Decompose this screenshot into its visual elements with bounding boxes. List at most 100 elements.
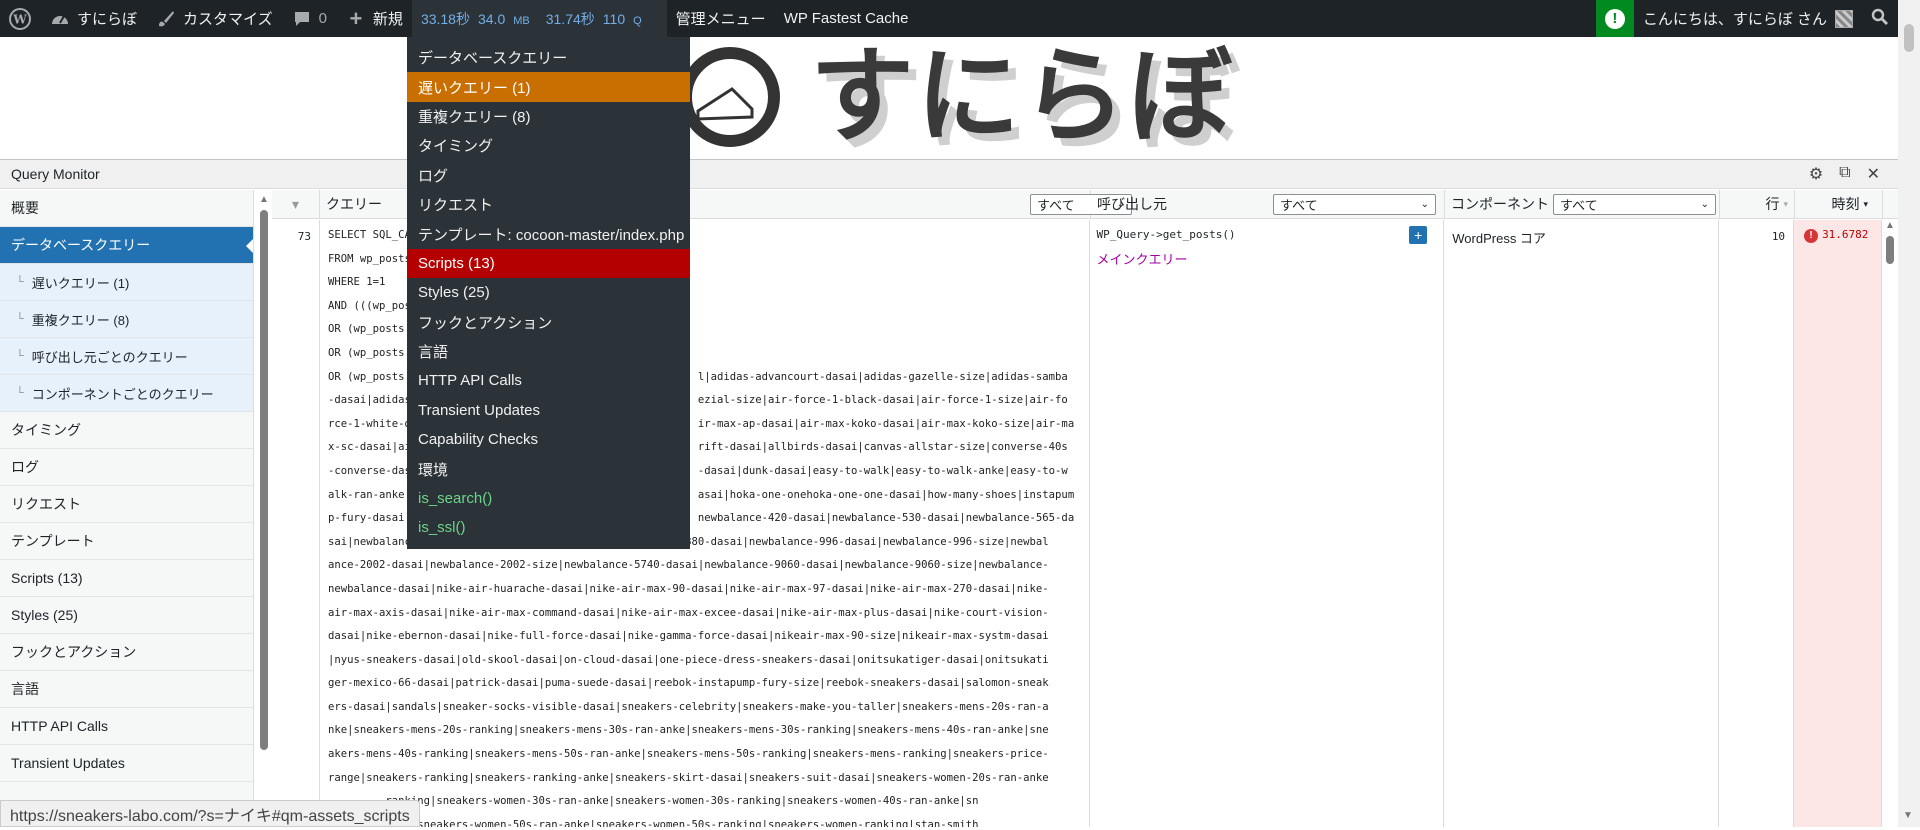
query-monitor-menu[interactable]: 33.18秒 34.0 MB 31.74秒 110 Q <box>411 0 667 37</box>
qm-menu-item[interactable]: ログ <box>407 161 690 190</box>
qm-queries-unit: Q <box>633 14 642 27</box>
sql-line: air-max-axis-dasai|nike-air-max-command-… <box>327 606 1049 619</box>
close-icon[interactable]: ✕ <box>1867 164 1880 184</box>
wp-logo-menu[interactable]: W <box>0 0 40 37</box>
caller-cell: WP_Query->get_posts() メインクエリー + <box>1090 220 1445 827</box>
qm-menu-item[interactable]: データベースクエリー <box>407 43 690 72</box>
sort-icon: ▾ <box>1783 198 1788 209</box>
qm-nav-item[interactable]: HTTP API Calls <box>0 708 253 745</box>
component-filter-value: すべて <box>1560 197 1598 213</box>
scrollbar-thumb[interactable] <box>1886 236 1895 264</box>
qm-nav-item[interactable]: ログ <box>0 449 253 486</box>
qm-nav-item[interactable]: フックとアクション <box>0 634 253 671</box>
qm-menu-item[interactable]: 重複クエリー (8) <box>407 102 690 131</box>
rows-column-label: 行 <box>1765 196 1780 212</box>
expand-caller-button[interactable]: + <box>1409 226 1428 244</box>
my-account-menu[interactable]: こんにちは、すにらぼ さん <box>1634 0 1862 37</box>
customize-link[interactable]: カスタマイズ <box>146 0 282 37</box>
toggle-position-icon[interactable]: ⧉ <box>1839 164 1850 184</box>
gear-icon[interactable]: ⚙ <box>1809 164 1823 184</box>
qm-nav-item[interactable]: コンポーネントごとのクエリー <box>0 375 253 412</box>
avatar <box>1835 9 1853 28</box>
qm-menu-item[interactable]: Styles (25) <box>407 278 690 307</box>
query-column-label: クエリー <box>326 196 382 212</box>
site-name-menu[interactable]: すにらぼ <box>40 0 146 37</box>
admin-menu-link[interactable]: 管理メニュー <box>667 0 775 37</box>
browser-status-bar: https://sneakers-labo.com/?s=ナイキ#qm-asse… <box>0 800 420 827</box>
sql-line: nke|sneakers-mens-20s-ranking|sneakers-m… <box>327 724 1049 737</box>
time-column-header[interactable]: 時刻 ▾ <box>1795 190 1883 219</box>
qm-menu-item[interactable]: テンプレート: cocoon-master/index.php <box>407 219 690 248</box>
site-header: すにらぼ <box>0 37 1898 158</box>
notice-alert-button[interactable]: ! <box>1595 0 1634 37</box>
qm-menu-item[interactable]: is_ssl() <box>407 513 690 542</box>
sql-line: range|sneakers-ranking|sneakers-ranking-… <box>327 771 1049 784</box>
search-button[interactable] <box>1862 0 1898 37</box>
qm-nav-item[interactable]: 遅いクエリー (1) <box>0 264 253 301</box>
qm-menu-item[interactable]: Scripts (13) <box>407 248 690 279</box>
sql-line: akers-mens-40s-ranking|sneakers-mens-50s… <box>327 748 1049 761</box>
qm-nav-item[interactable]: Scripts (13) <box>0 560 253 597</box>
query-filter-value: すべて <box>1037 197 1075 213</box>
qm-queries-value: 110 <box>602 10 626 27</box>
qm-nav-item[interactable]: 呼び出し元ごとのクエリー <box>0 338 253 375</box>
qm-nav-item[interactable]: 概要 <box>0 190 253 227</box>
plus-icon: + <box>349 5 363 31</box>
component-column-label: コンポーネント <box>1451 196 1549 212</box>
qm-nav-item[interactable]: タイミング <box>0 412 253 449</box>
scrollbar-thumb[interactable] <box>1904 24 1914 52</box>
qm-menu-item[interactable]: Transient Updates <box>407 396 690 425</box>
page-scrollbar[interactable]: ▼ <box>1898 0 1920 827</box>
qm-nav-item[interactable]: リクエスト <box>0 486 253 523</box>
comment-icon <box>291 8 313 30</box>
qm-title-bar: Query Monitor ⚙ ⧉ ✕ <box>0 160 1898 189</box>
caller-column-header: 呼び出し元 すべて ⌄ <box>1091 190 1445 219</box>
component-cell: WordPress コア <box>1444 220 1720 827</box>
qm-menu-item[interactable]: Capability Checks <box>407 425 690 454</box>
caller-function[interactable]: WP_Query->get_posts() <box>1096 228 1437 241</box>
scroll-up-arrow[interactable]: ▲ <box>259 194 269 205</box>
comments-link[interactable]: 0 <box>282 0 336 37</box>
logo-text: すにらぼ <box>810 45 1234 149</box>
qm-nav-scrollbar[interactable]: ▲ <box>257 194 269 830</box>
qm-menu-item[interactable]: 言語 <box>407 337 690 366</box>
scroll-up-arrow[interactable]: ▲ <box>1885 220 1895 231</box>
qm-main-scrollbar[interactable]: ▲ <box>1882 220 1898 827</box>
rows-column-header[interactable]: 行 ▾ <box>1720 190 1795 219</box>
caller-content: WP_Query->get_posts() メインクエリー <box>1090 220 1443 276</box>
time-cell: ! 31.6782 <box>1794 220 1883 827</box>
qm-menu-item[interactable]: 遅いクエリー (1) <box>407 72 690 102</box>
qm-nav-item[interactable]: テンプレート <box>0 523 253 560</box>
qm-nav-item-active[interactable]: データベースクエリー <box>0 227 253 264</box>
scrollbar-thumb[interactable] <box>260 210 268 750</box>
sql-line: ger-mexico-66-dasai|patrick-dasai|puma-s… <box>327 677 1049 690</box>
wp-fastest-cache-menu[interactable]: WP Fastest Cache <box>775 0 918 37</box>
site-logo[interactable]: すにらぼ <box>680 45 1234 149</box>
alert-icon: ! <box>1604 8 1625 29</box>
row-number: 73 <box>272 220 320 827</box>
qm-nav-item[interactable]: Transient Updates <box>0 745 253 782</box>
sneaker-icon <box>680 47 780 147</box>
scroll-down-arrow[interactable]: ▼ <box>1903 810 1913 821</box>
sort-order-header[interactable]: ▾ <box>272 190 320 219</box>
qm-menu-item[interactable]: タイミング <box>407 131 690 160</box>
time-column-label: 時刻 <box>1831 196 1860 212</box>
new-label: 新規 <box>372 11 403 28</box>
qm-menu-item[interactable]: HTTP API Calls <box>407 366 690 395</box>
qm-nav-item[interactable]: 重複クエリー (8) <box>0 301 253 338</box>
qm-menu-item[interactable]: リクエスト <box>407 190 690 219</box>
qm-nav-item[interactable]: 言語 <box>0 671 253 708</box>
caller-filter-select[interactable]: すべて ⌄ <box>1273 193 1436 215</box>
qm-nav-item[interactable]: Styles (25) <box>0 597 253 634</box>
qm-menu-item[interactable]: 環境 <box>407 454 690 483</box>
chevron-down-icon: ⌄ <box>1420 198 1429 210</box>
qm-menu-item[interactable]: is_search() <box>407 484 690 513</box>
new-content-menu[interactable]: + 新規 <box>336 0 412 37</box>
sql-line: ance-2002-dasai|newbalance-2002-size|new… <box>327 559 1049 572</box>
sql-line: newbalance-dasai|nike-air-huarache-dasai… <box>327 582 1049 595</box>
component-filter-select[interactable]: すべて ⌄ <box>1553 193 1716 215</box>
qm-title: Query Monitor <box>11 166 100 182</box>
sql-line: king|sneakers-women-50s-ran-anke|sneaker… <box>327 818 979 827</box>
rows-cell: 10 <box>1719 220 1795 827</box>
qm-menu-item[interactable]: フックとアクション <box>407 308 690 337</box>
